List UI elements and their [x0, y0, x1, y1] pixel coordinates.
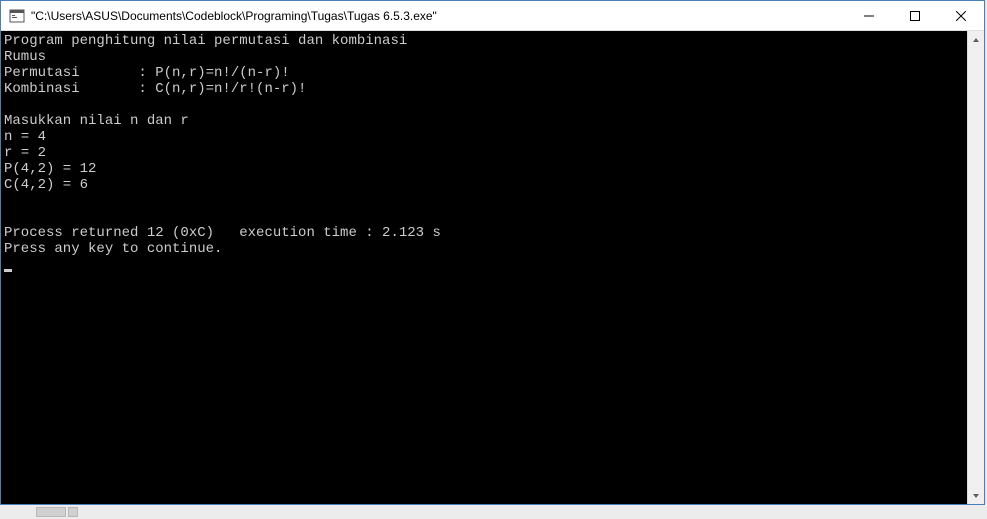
scroll-down-arrow-icon[interactable] — [968, 487, 984, 504]
content-area: Program penghitung nilai permutasi dan k… — [1, 31, 984, 504]
console-window: "C:\Users\ASUS\Documents\Codeblock\Progr… — [0, 0, 985, 505]
cursor — [4, 269, 12, 272]
background-window-strip — [0, 505, 987, 519]
scroll-up-arrow-icon[interactable] — [968, 31, 984, 48]
console-output[interactable]: Program penghitung nilai permutasi dan k… — [1, 31, 967, 504]
minimize-button[interactable] — [846, 1, 892, 31]
titlebar[interactable]: "C:\Users\ASUS\Documents\Codeblock\Progr… — [1, 1, 984, 31]
close-button[interactable] — [938, 1, 984, 31]
window-controls — [846, 1, 984, 30]
maximize-button[interactable] — [892, 1, 938, 31]
window-title: "C:\Users\ASUS\Documents\Codeblock\Progr… — [31, 9, 846, 23]
scroll-track[interactable] — [968, 48, 984, 487]
app-icon — [9, 8, 25, 24]
vertical-scrollbar[interactable] — [967, 31, 984, 504]
